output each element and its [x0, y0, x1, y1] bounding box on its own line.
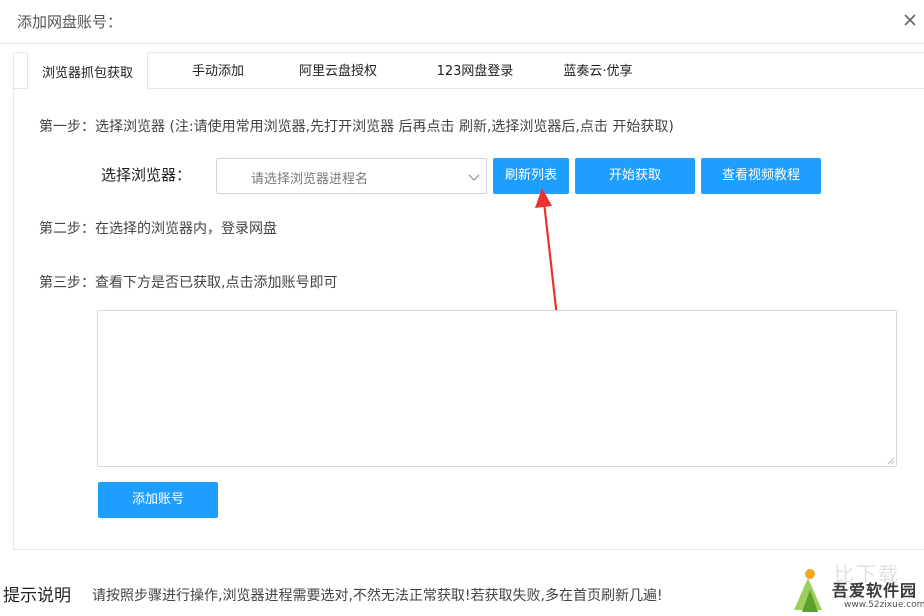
account-result-textarea[interactable] — [97, 310, 897, 467]
tab-label: 阿里云盘授权 — [298, 64, 377, 79]
tips-text: 请按照步骤进行操作,浏览器进程需要选对,不然无法正常获取!若获取失败,多在首页刷… — [92, 588, 663, 604]
tab-label: 浏览器抓包获取 — [41, 66, 133, 81]
close-button[interactable] — [896, 6, 924, 34]
add-account-button[interactable]: 添加账号 — [98, 482, 218, 518]
red-arrow-annotation — [535, 188, 560, 327]
tab-label: 123网盘登录 — [436, 64, 514, 79]
watermark-url: www.52zixue.com — [844, 600, 924, 610]
step-three-text: 第三步：查看下方是否已获取,点击添加账号即可 — [39, 275, 338, 291]
watermark-logo-icon — [794, 569, 822, 612]
select-placeholder: 请选择浏览器进程名 — [251, 172, 369, 187]
resize-grip-icon[interactable] — [885, 455, 895, 465]
tab-aliyun-auth[interactable]: 阿里云盘授权 — [275, 52, 401, 90]
step-one-text: 第一步：选择浏览器 (注:请使用常用浏览器,先打开浏览器 后再点击 刷新,选择浏… — [39, 119, 674, 135]
chevron-down-icon — [468, 174, 480, 181]
tips-label: 提示说明 — [3, 586, 71, 606]
tab-123pan-login[interactable]: 123网盘登录 — [411, 52, 539, 90]
tab-manual-add[interactable]: 手动添加 — [163, 52, 273, 90]
tab-bar: 浏览器抓包获取 手动添加 阿里云盘授权 123网盘登录 蓝奏云·优享 — [13, 52, 924, 90]
browser-select-label: 选择浏览器： — [101, 166, 192, 184]
browser-process-select[interactable]: 请选择浏览器进程名 — [216, 158, 487, 194]
dialog-title: 添加网盘账号： — [17, 13, 123, 31]
tab-label: 蓝奏云·优享 — [563, 64, 633, 79]
close-icon — [904, 14, 916, 26]
tab-label: 手动添加 — [191, 64, 244, 79]
step-two-text: 第二步：在选择的浏览器内，登录网盘 — [39, 221, 277, 237]
site-watermark: 比下载 吾爱软件园 www.52zixue.com — [788, 560, 924, 616]
video-tutorial-button[interactable]: 查看视频教程 — [701, 158, 821, 194]
tab-lanzou-premium[interactable]: 蓝奏云·优享 — [541, 52, 655, 90]
start-capture-button[interactable]: 开始获取 — [575, 158, 695, 194]
watermark-brand: 吾爱软件园 — [832, 581, 918, 600]
tab-browser-capture[interactable]: 浏览器抓包获取 — [27, 52, 148, 90]
dialog-title-bar: 添加网盘账号： — [0, 0, 924, 44]
